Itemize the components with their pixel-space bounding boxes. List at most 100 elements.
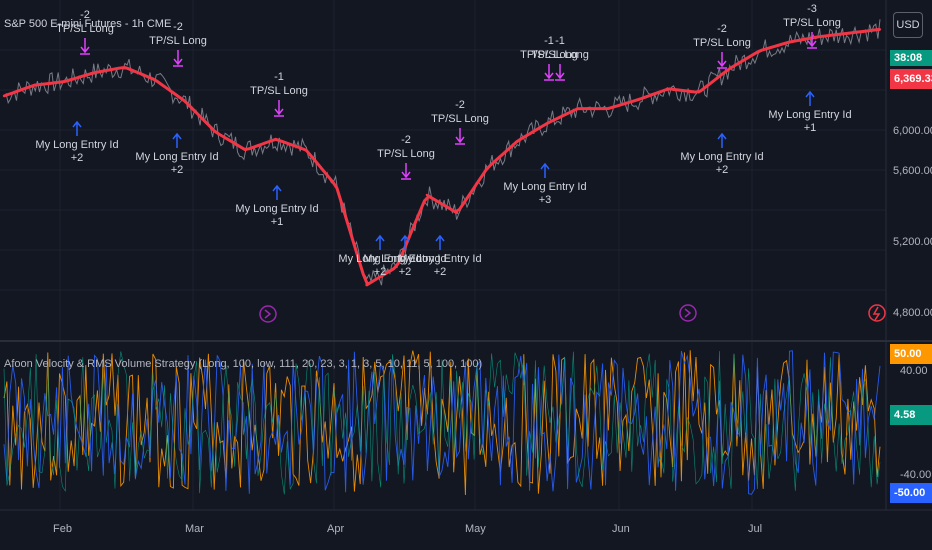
exit-arrow-icon[interactable] [274, 100, 284, 117]
data-point [365, 283, 368, 287]
dividend-icon[interactable] [868, 304, 886, 322]
entry-label: My Long Entry Id [35, 139, 118, 151]
entry-label: My Long Entry Id [768, 109, 851, 121]
data-point [2, 94, 6, 98]
entry-label: My Long Entry Id [338, 253, 421, 265]
exit-label: TP/SL Long [149, 35, 207, 47]
exit-arrow-icon[interactable] [80, 38, 90, 55]
last-price-tag: 6,369.33 [890, 69, 932, 89]
data-point [93, 71, 96, 74]
entry-label: My Long Entry Id [503, 181, 586, 193]
entry-arrow-icon[interactable] [375, 234, 385, 250]
data-point [486, 166, 489, 170]
entry-qty: +1 [271, 216, 284, 228]
exit-arrow-icon[interactable] [555, 64, 565, 81]
exit-qty: -2 [455, 99, 465, 111]
trade-markers: My Long Entry Id+2 My Long Entry Id+2My L… [35, 3, 851, 278]
indicator-tick: 40.00 [900, 365, 928, 377]
currency-button[interactable]: USD [893, 12, 923, 38]
entry-arrow-icon[interactable] [805, 90, 815, 106]
data-point [395, 265, 398, 269]
data-point [425, 193, 429, 197]
data-point [123, 66, 127, 69]
indicator-lower-tag: -50.00 [890, 483, 932, 503]
entry-arrow-icon[interactable] [540, 162, 550, 178]
data-point [304, 148, 308, 152]
entry-arrow-icon[interactable] [435, 234, 445, 250]
event-icon[interactable] [259, 305, 277, 323]
entry-qty: +3 [539, 194, 552, 206]
exit-arrow-icon[interactable] [173, 50, 183, 67]
time-label: Apr [327, 523, 344, 535]
price-axis[interactable]: 6,000.00 5,600.00 5,200.00 4,800.00 [893, 125, 932, 319]
data-point [153, 78, 157, 82]
entry-label: My Long Entry Id [680, 151, 763, 163]
exit-qty: -3 [807, 3, 817, 15]
price-tick: 4,800.00 [893, 307, 932, 319]
data-point [546, 121, 549, 125]
exit-qty: -2 [173, 21, 183, 33]
price-tick: 5,600.00 [893, 165, 932, 177]
data-point [637, 98, 640, 101]
exit-label: TP/SL Long [250, 85, 308, 97]
data-point [697, 91, 700, 94]
exit-label: TP/SL Long [693, 37, 751, 49]
indicator-value-tag: 4.58 [890, 405, 932, 425]
entry-arrow-icon[interactable] [172, 132, 182, 148]
entry-qty: +1 [804, 122, 817, 134]
exit-qty: -1 [544, 35, 554, 47]
data-point [878, 28, 882, 31]
indicator-title[interactable]: Afoon Velocity & RMS Volume Strategy (Lo… [4, 358, 482, 370]
data-point [516, 139, 519, 143]
countdown-tag: 38:08 [890, 50, 932, 66]
chart-canvas[interactable]: My Long Entry Id+2 My Long Entry Id+2My L… [0, 0, 932, 550]
data-point [576, 107, 580, 110]
exit-qty: -1 [274, 71, 284, 83]
entry-qty: +2 [374, 266, 387, 278]
time-label: Jun [612, 523, 630, 535]
data-point [335, 184, 338, 188]
time-label: Feb [53, 523, 72, 535]
time-label: Mar [185, 523, 204, 535]
data-point [274, 138, 278, 141]
entry-arrow-icon[interactable] [72, 120, 82, 136]
data-point [63, 80, 66, 83]
exit-arrow-icon[interactable] [544, 64, 554, 81]
entry-arrow-icon[interactable] [717, 132, 727, 148]
exit-label: TP/SL Long [531, 49, 589, 61]
entry-qty: +2 [171, 164, 184, 176]
data-point [244, 148, 247, 152]
time-label: Jul [748, 523, 762, 535]
oscillator-pane [3, 350, 881, 496]
entry-label: My Long Entry Id [235, 203, 318, 215]
price-tick: 6,000.00 [893, 125, 932, 137]
price-tick: 5,200.00 [893, 236, 932, 248]
exit-qty: -2 [401, 134, 411, 146]
data-point [727, 67, 731, 71]
entry-qty: +2 [434, 266, 447, 278]
data-point [848, 31, 851, 35]
time-axis[interactable]: Feb Mar Apr May Jun Jul [53, 523, 762, 535]
time-label: May [465, 523, 486, 535]
exit-arrow-icon[interactable] [401, 163, 411, 180]
exit-qty: -2 [717, 23, 727, 35]
entry-qty: +2 [71, 152, 84, 164]
exit-label: TP/SL Long [431, 113, 489, 125]
data-point [455, 211, 459, 215]
indicator-tick: -40.00 [900, 469, 931, 481]
exit-label: TP/SL Long [783, 17, 841, 29]
data-point [33, 84, 36, 87]
exit-arrow-icon[interactable] [717, 52, 727, 69]
data-point [788, 40, 791, 44]
indicator-upper-tag: 50.00 [890, 344, 932, 364]
event-icon[interactable] [679, 304, 697, 322]
entry-arrow-icon[interactable] [272, 184, 282, 200]
data-point [214, 130, 217, 134]
exit-qty: -1 [555, 35, 565, 47]
data-point [184, 100, 187, 103]
exit-label: TP/SL Long [377, 148, 435, 160]
symbol-title[interactable]: S&P 500 E-mini Futures - 1h CME [4, 18, 171, 30]
entry-qty: +2 [399, 266, 412, 278]
data-point [818, 35, 821, 38]
data-point [606, 107, 610, 110]
